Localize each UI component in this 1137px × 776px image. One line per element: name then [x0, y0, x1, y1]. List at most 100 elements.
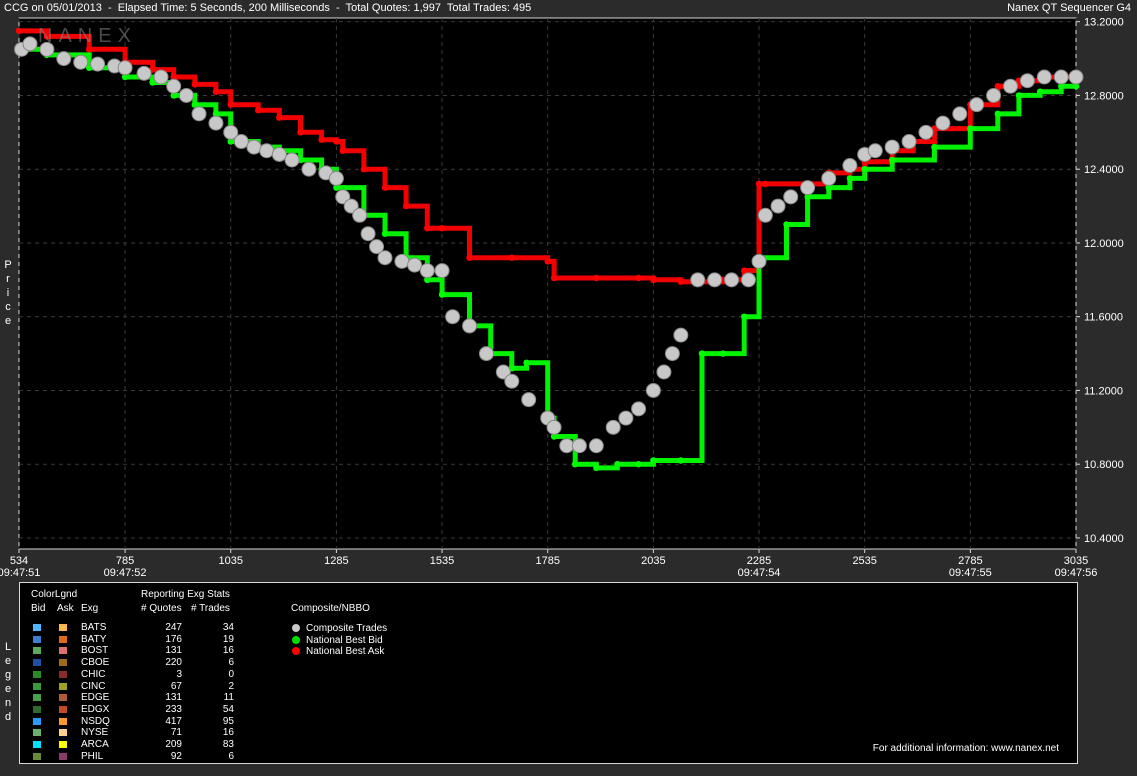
ask-swatch — [59, 752, 67, 760]
trade-count: 2 — [228, 680, 234, 692]
trade-point — [284, 152, 300, 168]
bid-col-header: Bid — [31, 603, 46, 614]
bid-point — [741, 313, 748, 320]
ask-point — [255, 106, 262, 114]
quote-count: 67 — [170, 680, 182, 692]
trade-count: 16 — [222, 645, 234, 657]
trade-point — [73, 54, 89, 70]
trade-point — [751, 253, 767, 269]
trade-point — [360, 226, 376, 242]
quote-count: 417 — [165, 715, 182, 727]
ask-swatch — [59, 635, 67, 643]
trade-point — [770, 198, 786, 214]
trade-point — [952, 106, 968, 122]
exchange-name: BATY — [81, 633, 107, 645]
x-tick-label: 3035 — [1064, 555, 1088, 567]
ask-point — [227, 101, 234, 108]
exchange-name: CBOE — [81, 657, 110, 669]
bid-swatch — [33, 705, 41, 713]
bid-point — [677, 457, 685, 464]
ask-swatch — [59, 694, 67, 702]
bid-point — [614, 460, 621, 468]
trade-point — [783, 189, 799, 205]
ask-point — [650, 276, 657, 284]
composite-label: Composite Trades — [306, 623, 388, 634]
bid-point — [593, 464, 600, 472]
trade-point — [918, 124, 934, 140]
trade-point — [707, 272, 723, 288]
trade-count: 34 — [222, 622, 234, 633]
ask-point — [508, 254, 515, 261]
trade-point — [445, 309, 461, 325]
trade-point — [664, 346, 680, 362]
trade-point — [90, 56, 106, 72]
trade-point — [656, 364, 672, 380]
ask-point — [212, 88, 220, 95]
trade-point — [546, 419, 562, 435]
trade-point — [588, 438, 604, 454]
trade-point — [1053, 69, 1069, 85]
exchange-name: CHIC — [81, 668, 106, 680]
bid-swatch — [33, 752, 41, 760]
ask-point — [85, 46, 93, 53]
ask-swatch — [59, 717, 67, 725]
composite-marker — [292, 624, 300, 632]
legend-label-char: L — [4, 641, 12, 653]
quote-count: 71 — [170, 727, 182, 739]
y-tick-label: 12.0000 — [1084, 238, 1124, 250]
trade-point — [618, 410, 634, 426]
y-tick-label: 10.8000 — [1084, 459, 1124, 471]
trade-point — [645, 382, 661, 398]
y-tick-label: 11.6000 — [1084, 312, 1123, 324]
quote-count: 247 — [165, 622, 182, 633]
ask-swatch — [59, 624, 67, 631]
ask-point — [297, 129, 304, 136]
trade-point — [434, 263, 450, 279]
trade-point — [191, 106, 207, 122]
x-tick-label: 534 — [10, 555, 28, 567]
bid-point — [1015, 92, 1023, 99]
ask-swatch — [59, 682, 67, 690]
trade-point — [166, 78, 182, 94]
trade-point — [233, 134, 249, 150]
trade-point — [986, 87, 1002, 103]
ask-point — [762, 180, 769, 188]
x-tick-label: 2035 — [641, 555, 665, 567]
time-tick-label: 09:47:52 — [104, 567, 147, 579]
exchange-name: EDGE — [81, 692, 110, 704]
bid-swatch — [33, 717, 41, 725]
ask-point — [333, 138, 340, 145]
trade-point — [673, 327, 689, 343]
bid-swatch — [33, 682, 41, 690]
trade-point — [724, 272, 740, 288]
ask-point — [318, 136, 325, 143]
ask-swatch — [59, 647, 67, 655]
ask-point — [550, 274, 558, 282]
bid-swatch — [33, 659, 41, 667]
ask-swatch — [59, 670, 67, 678]
quote-count: 220 — [165, 657, 182, 669]
colorlgnd-title: ColorLgnd — [31, 589, 78, 600]
y-tick-label: 13.2000 — [1084, 17, 1124, 29]
ask-swatch — [59, 741, 67, 748]
y-tick-label: 10.4000 — [1084, 533, 1124, 545]
bid-point — [438, 291, 446, 298]
trade-point — [136, 65, 152, 81]
exchange-name: NYSE — [81, 727, 109, 739]
quote-count: 92 — [170, 750, 182, 762]
bid-point — [967, 125, 974, 132]
trade-point — [935, 115, 951, 131]
trade-point — [867, 143, 883, 159]
trades-col-header: # Trades — [191, 603, 230, 614]
trade-count: 6 — [228, 750, 234, 762]
trade-point — [690, 272, 706, 288]
legend-label-char: e — [4, 683, 12, 695]
composite-marker — [292, 635, 300, 644]
ask-point — [593, 274, 600, 282]
legend-label-char: e — [4, 655, 12, 667]
ask-point — [755, 180, 763, 188]
ask-point — [635, 274, 642, 282]
trade-point — [394, 253, 410, 269]
exchange-name: BOST — [81, 645, 109, 657]
x-tick-label: 2285 — [747, 555, 771, 567]
